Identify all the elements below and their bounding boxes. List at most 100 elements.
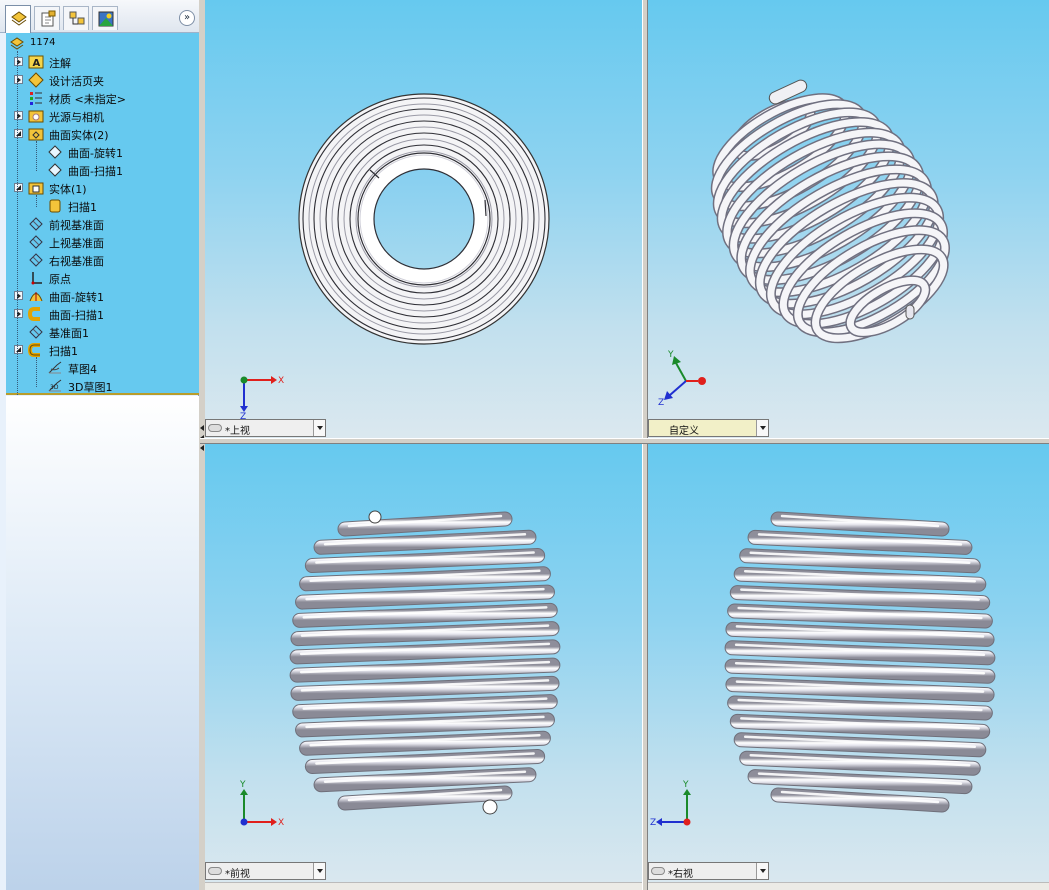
view-name: *上视 bbox=[225, 426, 250, 437]
view-triad: Y X bbox=[239, 780, 284, 828]
link-views-icon[interactable] bbox=[208, 424, 222, 432]
triad-x-label: X bbox=[278, 818, 284, 828]
plane-icon bbox=[28, 216, 44, 232]
feature-manager-panel: » 1174 A 注解设计活页夹材质 <未指定> 光源与相机曲面实体(2) 曲面-旋转1… bbox=[0, 0, 199, 890]
view-name: *右视 bbox=[668, 869, 693, 880]
tree-item-label: 原点 bbox=[49, 273, 71, 286]
tree-item[interactable]: 曲面-扫描1 bbox=[6, 161, 199, 179]
tree-item[interactable]: 曲面-旋转1 bbox=[6, 287, 199, 305]
tree-connector bbox=[36, 141, 37, 171]
feature-manager-tab[interactable] bbox=[5, 5, 31, 33]
viewport-top[interactable]: X Z *上视 bbox=[205, 0, 642, 438]
tree-connector bbox=[17, 51, 18, 395]
tree-item[interactable]: 原点 bbox=[6, 269, 199, 287]
tree-item[interactable]: 上视基准面 bbox=[6, 233, 199, 251]
link-views-icon[interactable] bbox=[208, 867, 222, 875]
tree-item-label: 注解 bbox=[49, 57, 71, 70]
chevron-down-icon[interactable] bbox=[313, 420, 325, 436]
horizontal-scrollbar[interactable] bbox=[205, 882, 642, 890]
feature-tree-icon bbox=[11, 11, 27, 26]
tree-item[interactable]: 基准面1 bbox=[6, 323, 199, 341]
expand-toggle[interactable] bbox=[14, 75, 23, 84]
horizontal-scrollbar[interactable] bbox=[648, 882, 1049, 890]
tree-item[interactable]: 右视基准面 bbox=[6, 251, 199, 269]
tree-item[interactable]: 实体(1) bbox=[6, 179, 199, 197]
tree-item-label: 曲面-旋转1 bbox=[68, 147, 123, 160]
tree-item-label: 1174 bbox=[30, 37, 56, 48]
tree-item[interactable]: 3D 3D草图1 bbox=[6, 377, 199, 395]
collapse-toggle[interactable] bbox=[14, 183, 23, 192]
tree-item-label: 曲面实体(2) bbox=[49, 129, 109, 142]
sweep-feature-icon bbox=[27, 342, 44, 358]
viewport-custom[interactable]: Y Z 自定义 bbox=[648, 0, 1049, 438]
tree-item-label: 前视基准面 bbox=[49, 219, 104, 232]
material-icon bbox=[28, 90, 44, 106]
collapse-toggle[interactable] bbox=[14, 345, 23, 354]
expand-toggle[interactable] bbox=[14, 309, 23, 318]
view-orientation-select[interactable]: *前视 bbox=[205, 862, 326, 880]
annotations-icon: A bbox=[28, 54, 44, 70]
revolve-surface-icon bbox=[28, 288, 44, 304]
surface-bodies-icon bbox=[28, 126, 44, 142]
tree-item-label: 曲面-扫描1 bbox=[49, 309, 104, 322]
sketch-3d-icon: 3D bbox=[47, 378, 63, 394]
feature-manager-empty-area bbox=[6, 396, 199, 890]
solid-body-icon bbox=[47, 198, 63, 214]
view-orientation-select[interactable]: 自定义 bbox=[648, 419, 769, 437]
tree-item[interactable]: 曲面-扫描1 bbox=[6, 305, 199, 323]
tree-item-label: 材质 <未指定> bbox=[49, 93, 126, 106]
tree-item[interactable]: 曲面实体(2) bbox=[6, 125, 199, 143]
tree-item[interactable]: 光源与相机 bbox=[6, 107, 199, 125]
collapse-toggle[interactable] bbox=[14, 129, 23, 138]
solid-bodies-icon bbox=[28, 180, 44, 196]
configuration-manager-tab[interactable] bbox=[63, 6, 89, 30]
tree-item[interactable]: 草图4 bbox=[6, 359, 199, 377]
triad-y-label: Y bbox=[682, 780, 689, 790]
tree-item-label: 扫描1 bbox=[68, 201, 97, 214]
property-manager-tab[interactable] bbox=[34, 6, 60, 30]
tree-item[interactable]: 设计活页夹 bbox=[6, 71, 199, 89]
view-name: 自定义 bbox=[669, 426, 699, 437]
tree-item[interactable]: 扫描1 bbox=[6, 197, 199, 215]
sketch-icon bbox=[47, 360, 63, 376]
tree-item[interactable]: A 注解 bbox=[6, 53, 199, 71]
lights-cameras-icon bbox=[28, 108, 44, 124]
configuration-icon bbox=[69, 11, 85, 25]
expand-toggle[interactable] bbox=[14, 291, 23, 300]
tree-item-label: 曲面-旋转1 bbox=[49, 291, 104, 304]
expand-toggle[interactable] bbox=[14, 57, 23, 66]
chevron-down-icon[interactable] bbox=[756, 420, 768, 436]
viewport-front[interactable]: Y X *前视 bbox=[205, 444, 642, 890]
tree-item[interactable]: 曲面-旋转1 bbox=[6, 143, 199, 161]
view-triad: Y Z bbox=[658, 350, 706, 407]
viewport-right[interactable]: Y Z *右视 bbox=[648, 444, 1049, 890]
tree-item-label: 光源与相机 bbox=[49, 111, 104, 124]
link-views-icon[interactable] bbox=[651, 867, 665, 875]
chevron-down-icon[interactable] bbox=[313, 863, 325, 879]
spring-end-cap bbox=[482, 799, 498, 815]
tree-item[interactable]: 1174 bbox=[6, 35, 199, 53]
triad-x-label: X bbox=[278, 376, 284, 386]
plane-icon bbox=[28, 324, 44, 340]
tree-item[interactable]: 前视基准面 bbox=[6, 215, 199, 233]
sweep-surface-icon bbox=[27, 306, 44, 322]
expand-toggle[interactable] bbox=[14, 111, 23, 120]
display-manager-tab[interactable] bbox=[92, 6, 118, 30]
triad-z-label: Z bbox=[658, 398, 664, 407]
triad-z-label: Z bbox=[650, 818, 656, 828]
tree-item-label: 设计活页夹 bbox=[49, 75, 104, 88]
tree-item-label: 曲面-扫描1 bbox=[68, 165, 123, 178]
chevron-down-icon[interactable] bbox=[756, 863, 768, 879]
spring-end bbox=[905, 304, 915, 320]
spring-end-cap bbox=[368, 510, 382, 524]
expand-panel-button[interactable]: » bbox=[179, 10, 195, 26]
tree-item[interactable]: 扫描1 bbox=[6, 341, 199, 359]
tree-item-label: 基准面1 bbox=[49, 327, 89, 340]
tree-item[interactable]: 材质 <未指定> bbox=[6, 89, 199, 107]
view-orientation-select[interactable]: *右视 bbox=[648, 862, 769, 880]
tree-item-label: 3D草图1 bbox=[68, 381, 113, 394]
view-orientation-select[interactable]: *上视 bbox=[205, 419, 326, 437]
viewport-splitter-vertical[interactable] bbox=[642, 0, 648, 890]
viewport-splitter-horizontal[interactable] bbox=[200, 438, 1049, 444]
view-name: *前视 bbox=[225, 869, 250, 880]
